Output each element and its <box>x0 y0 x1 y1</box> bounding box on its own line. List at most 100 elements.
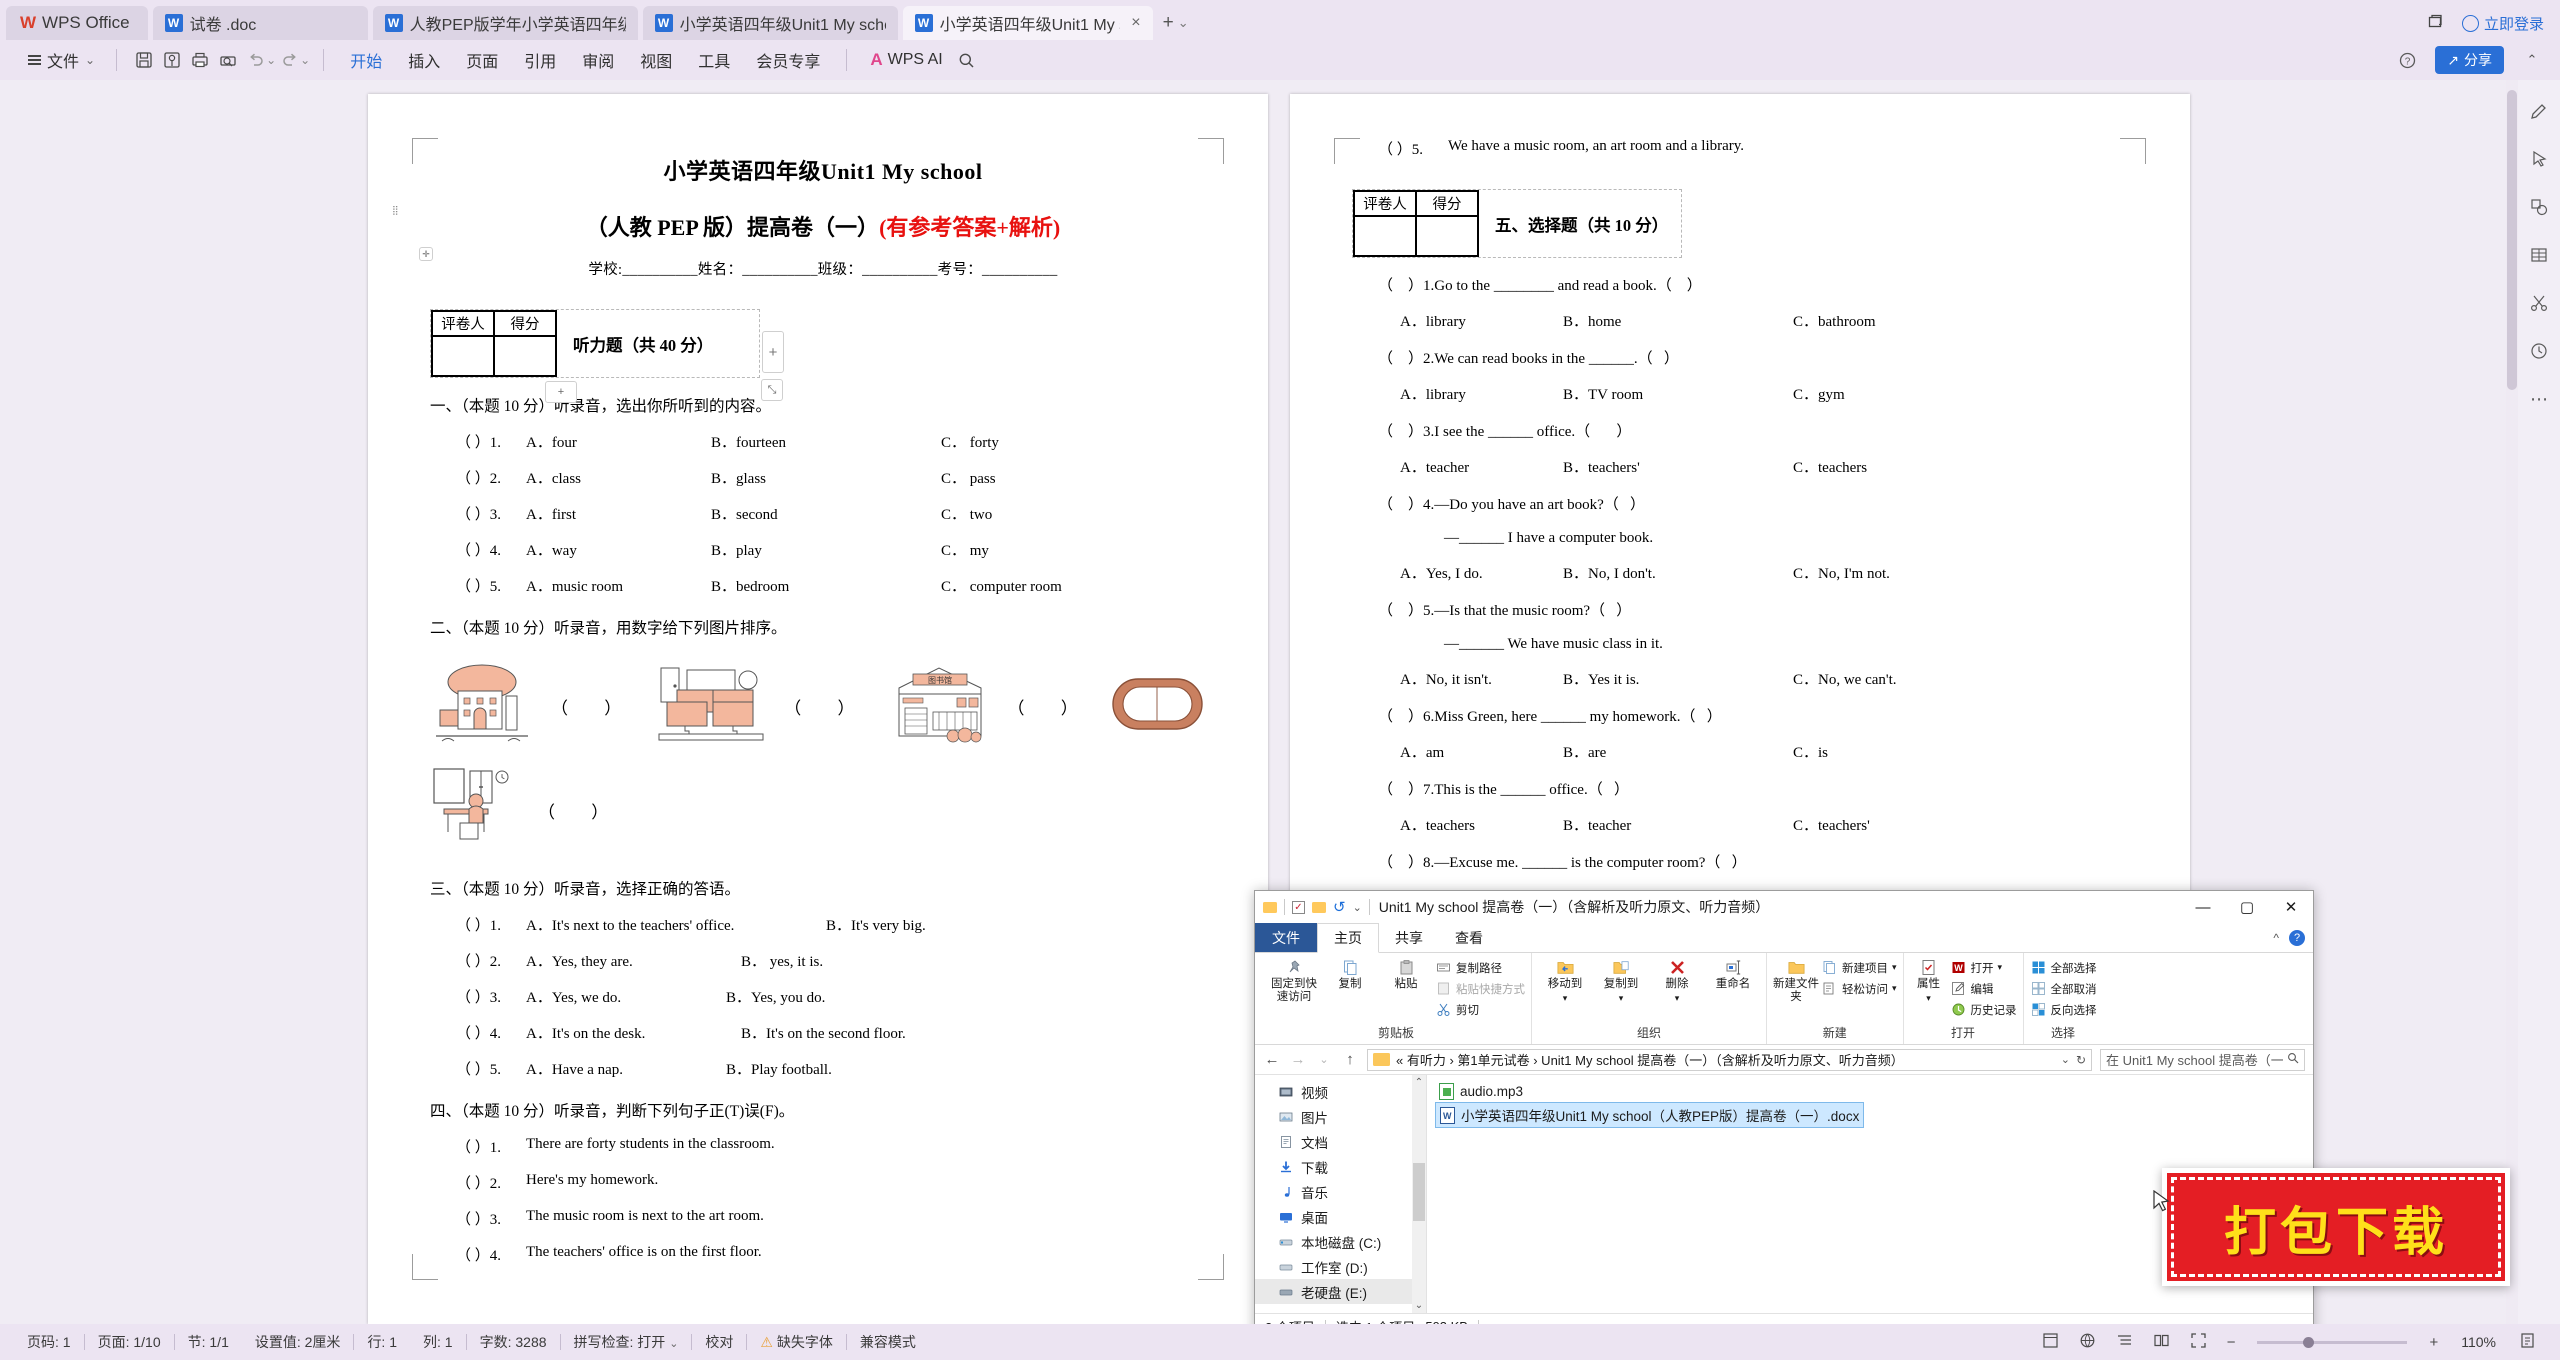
new-folder-button[interactable]: 新建文件夹 <box>1773 955 1819 1004</box>
sidebar-item-drive-d[interactable]: 工作室 (D:) <box>1255 1254 1426 1279</box>
save-as-icon[interactable] <box>158 46 186 74</box>
chevron-down-icon[interactable]: ⌄ <box>669 1338 678 1350</box>
answer-blank[interactable]: （ ）2. <box>456 1172 526 1193</box>
paste-button[interactable]: 粘贴 <box>1379 955 1433 991</box>
fit-page-icon[interactable] <box>2509 1332 2546 1353</box>
caret-down-icon[interactable]: ▾ <box>1619 993 1624 1003</box>
file-list-item[interactable]: audio.mp3 <box>1435 1081 1527 1102</box>
help-icon[interactable]: ? <box>2289 929 2305 946</box>
score-table-cell[interactable] <box>1415 215 1479 257</box>
checkbox-icon[interactable]: ✓ <box>1292 900 1305 914</box>
invert-selection-button[interactable]: 反向选择 <box>2030 1001 2097 1018</box>
tab-home[interactable]: 主页 <box>1317 923 1379 953</box>
rename-button[interactable]: 重命名 <box>1706 955 1760 991</box>
properties-button[interactable]: 属性 ▾ <box>1910 955 1948 1004</box>
zoom-slider[interactable] <box>2257 1336 2408 1348</box>
document-tab-3[interactable]: W 小学英语四年级Unit1 My school（ <box>642 6 898 40</box>
answer-paren[interactable]: （ ） <box>784 694 870 719</box>
sidebar-item-pictures[interactable]: 图片 <box>1255 1104 1426 1129</box>
login-button[interactable]: 立即登录 <box>2461 13 2544 34</box>
help-icon[interactable]: ? <box>2393 46 2421 74</box>
table-move-handle-icon[interactable]: ✛ <box>419 247 433 261</box>
cut-button[interactable]: 剪切 <box>1435 1001 1525 1018</box>
insert-button[interactable]: + <box>545 381 577 403</box>
tab-reference[interactable]: 引用 <box>511 43 569 77</box>
chevron-down-icon[interactable]: ⌄ <box>266 53 276 67</box>
score-table-cell[interactable] <box>493 335 557 377</box>
explorer-sidebar[interactable]: 视频 图片 文档 下载 音乐 桌面 本地磁盘 (C:) 工作室 (D:) 老硬盘… <box>1255 1075 1427 1313</box>
sidebar-item-videos[interactable]: 视频 <box>1255 1079 1426 1104</box>
chevron-down-icon[interactable]: ⌄ <box>2061 1053 2070 1066</box>
shapes-icon[interactable] <box>2526 194 2552 220</box>
new-item-button[interactable]: 新建项目 ▾ <box>1821 959 1897 976</box>
copy-to-button[interactable]: 复制到 ▾ <box>1594 955 1648 1004</box>
document-tab-2[interactable]: W 人教PEP版学年小学英语四年级下册U <box>372 6 638 40</box>
sidebar-item-music[interactable]: 音乐 <box>1255 1179 1426 1204</box>
easy-access-button[interactable]: 轻松访问 ▾ <box>1821 980 1897 997</box>
pen-icon[interactable] <box>2526 98 2552 124</box>
chevron-down-icon[interactable]: ⌄ <box>300 53 310 67</box>
select-all-button[interactable]: 全部选择 <box>2030 959 2097 976</box>
answer-blank[interactable]: （ ）4. <box>456 539 526 560</box>
answer-blank[interactable]: （ ）5. <box>456 1058 526 1079</box>
clock-icon[interactable] <box>2526 338 2552 364</box>
tab-insert[interactable]: 插入 <box>395 43 453 77</box>
up-button[interactable]: ↑ <box>1341 1051 1359 1068</box>
zoom-out-button[interactable]: − <box>2217 1334 2246 1351</box>
edit-button[interactable]: 编辑 <box>1950 980 2017 997</box>
read-view-icon[interactable] <box>2143 1332 2180 1353</box>
sidebar-item-local-disk-c[interactable]: 本地磁盘 (C:) <box>1255 1229 1426 1254</box>
answer-paren[interactable]: （ ） <box>551 694 637 719</box>
print-preview-icon[interactable] <box>214 46 242 74</box>
more-icon[interactable]: ⋯ <box>2526 386 2552 412</box>
download-stamp-overlay[interactable]: 打包下载 <box>2162 1168 2510 1286</box>
file-menu-button[interactable]: 文件 ⌄ <box>20 44 103 76</box>
pin-to-quick-access-button[interactable]: 固定到快速访问 <box>1267 955 1321 1004</box>
copy-button[interactable]: 复制 <box>1323 955 1377 991</box>
tab-page[interactable]: 页面 <box>453 43 511 77</box>
tab-view[interactable]: 视图 <box>627 43 685 77</box>
answer-blank[interactable]: （ ）3. <box>456 986 526 1007</box>
answer-blank[interactable]: （ ）2. <box>456 467 526 488</box>
zoom-level[interactable]: 110% <box>2448 1334 2509 1350</box>
wps-home-tab[interactable]: W WPS Office <box>6 6 148 40</box>
tab-review[interactable]: 审阅 <box>569 43 627 77</box>
new-tab-button[interactable]: + ⌄ <box>1153 6 1199 40</box>
answer-blank[interactable]: （ ）1. <box>456 1136 526 1157</box>
vertical-scrollbar[interactable] <box>2506 80 2518 1324</box>
maximize-button[interactable]: ▢ <box>2225 891 2269 923</box>
scissors-icon[interactable] <box>2526 290 2552 316</box>
refresh-icon[interactable]: ↻ <box>2076 1053 2086 1067</box>
cursor-icon[interactable] <box>2526 146 2552 172</box>
caret-down-icon[interactable]: ▾ <box>1926 993 1931 1003</box>
close-icon[interactable]: × <box>1131 14 1140 32</box>
answer-blank[interactable]: （ ）2. <box>456 950 526 971</box>
file-explorer-window[interactable]: ✓ ↺ ⌄ Unit1 My school 提高卷（一）（含解析及听力原文、听力… <box>1254 890 2314 1340</box>
restore-icon[interactable] <box>2427 13 2444 34</box>
tab-share[interactable]: 共享 <box>1379 923 1439 952</box>
undo-icon[interactable]: ↺ <box>1333 898 1346 916</box>
sidebar-item-desktop[interactable]: 桌面 <box>1255 1204 1426 1229</box>
caret-down-icon[interactable]: ▾ <box>1892 983 1897 994</box>
chevron-up-icon[interactable]: ⌃ <box>2518 46 2546 74</box>
outline-view-icon[interactable] <box>2106 1332 2143 1353</box>
minimize-button[interactable]: — <box>2181 891 2225 923</box>
search-icon[interactable] <box>953 46 981 74</box>
chevron-up-icon[interactable]: ^ <box>2273 931 2279 945</box>
copy-path-button[interactable]: 复制路径 <box>1435 959 1525 976</box>
document-tab-4-active[interactable]: W 小学英语四年级Unit1 My sch × <box>902 6 1153 40</box>
answer-blank[interactable]: （ ）4. <box>456 1022 526 1043</box>
search-input[interactable]: 在 Unit1 My school 提高卷（一）… <box>2100 1048 2305 1071</box>
status-spellcheck[interactable]: 拼写检查: 打开 ⌄ <box>561 1332 692 1352</box>
web-view-icon[interactable] <box>2069 1332 2106 1353</box>
close-button[interactable]: ✕ <box>2269 891 2313 923</box>
resize-handle-icon[interactable]: ⤡ <box>761 379 783 401</box>
open-button[interactable]: W 打开 ▾ <box>1950 959 2017 976</box>
caret-down-icon[interactable]: ▾ <box>1892 962 1897 973</box>
back-button[interactable]: ← <box>1263 1051 1281 1068</box>
wps-ai-button[interactable]: A WPS AI <box>860 45 952 75</box>
full-screen-icon[interactable] <box>2180 1332 2217 1353</box>
print-icon[interactable] <box>186 46 214 74</box>
table-icon[interactable] <box>2526 242 2552 268</box>
select-none-button[interactable]: 全部取消 <box>2030 980 2097 997</box>
